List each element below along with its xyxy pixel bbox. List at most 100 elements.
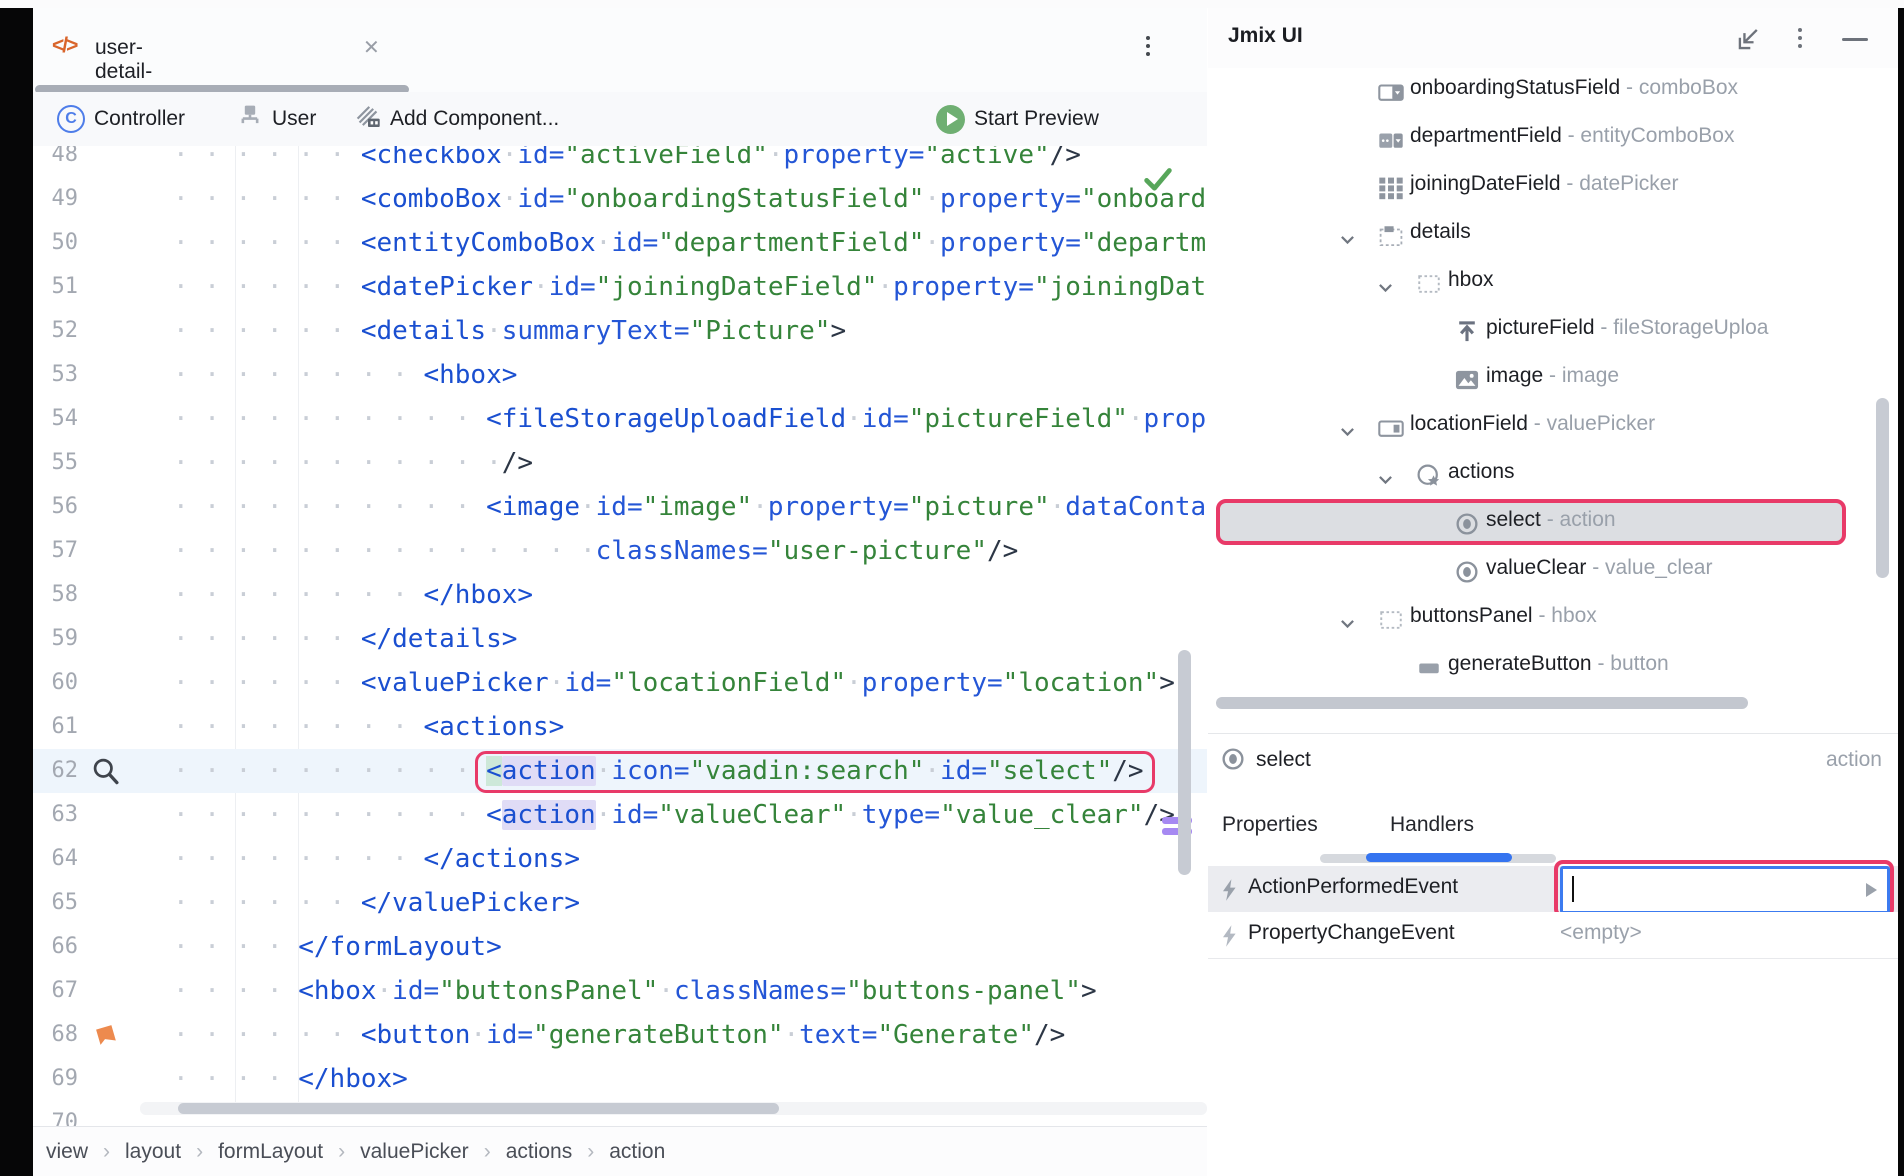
entity-user-button[interactable]: User — [237, 92, 316, 146]
code-text: · · · · · · <checkbox·id="activeField"·p… — [173, 146, 1081, 177]
code-line-65[interactable]: 65· · · · · · </valuePicker> — [33, 881, 1207, 925]
line-number: 48 — [33, 146, 78, 177]
code-line-51[interactable]: 51· · · · · · <datePicker·id="joiningDat… — [33, 265, 1207, 309]
line-number: 65 — [33, 881, 78, 925]
tab-handlers[interactable]: Handlers — [1390, 813, 1474, 837]
code-line-67[interactable]: 67· · · · <hbox·id="buttonsPanel"·classN… — [33, 969, 1207, 1013]
inspector-selected-type: action — [1826, 748, 1882, 772]
code-line-55[interactable]: 55· · · · · · · · · · ·/> — [33, 441, 1207, 485]
tree-item-onboardingStatusField[interactable]: onboardingStatusField - comboBox — [1208, 67, 1898, 113]
line-number: 67 — [33, 969, 78, 1013]
editor-horizontal-scrollbar[interactable] — [178, 1103, 779, 1114]
breadcrumb-separator-icon: › — [587, 1140, 594, 1164]
upload-icon — [1454, 319, 1480, 351]
inspector-header: select action — [1208, 740, 1898, 784]
breadcrumb-separator-icon: › — [484, 1140, 491, 1164]
editor-tab-bar: </> user-detail-view.xml ✕ — [33, 8, 1207, 93]
handler-event-name: PropertyChangeEvent — [1248, 921, 1455, 945]
details-icon — [1378, 223, 1404, 255]
breadcrumb-item-valuePicker[interactable]: valuePicker — [360, 1140, 469, 1164]
code-line-58[interactable]: 58· · · · · · · · </hbox> — [33, 573, 1207, 617]
code-line-59[interactable]: 59· · · · · · </details> — [33, 617, 1207, 661]
code-line-49[interactable]: 49· · · · · · <comboBox·id="onboardingSt… — [33, 177, 1207, 221]
breadcrumb-item-formLayout[interactable]: formLayout — [218, 1140, 323, 1164]
line-number: 66 — [33, 925, 78, 969]
handler-event-name: ActionPerformedEvent — [1248, 875, 1458, 899]
jmix-ui-panel: onboardingStatusField - comboBoxdepartme… — [1208, 68, 1898, 1176]
controller-button[interactable]: C Controller — [57, 92, 185, 146]
handler-row-property-change[interactable]: PropertyChangeEvent <empty> — [1208, 912, 1898, 958]
valuepicker-icon — [1378, 415, 1404, 447]
tab-close-icon[interactable]: ✕ — [363, 35, 380, 60]
tree-item-details[interactable]: details — [1208, 211, 1898, 257]
chevron-down-icon[interactable] — [1340, 227, 1355, 251]
handler-value-input[interactable] — [1560, 866, 1890, 914]
jmix-ui-panel-header: Jmix UI — [1208, 8, 1898, 69]
chevron-down-icon[interactable] — [1340, 611, 1355, 635]
code-line-48[interactable]: 48 · · · · · · <checkbox·id="activeField"… — [33, 146, 1207, 177]
code-line-53[interactable]: 53· · · · · · · · <hbox> — [33, 353, 1207, 397]
tree-item-buttonsPanel[interactable]: buttonsPanel - hbox — [1208, 595, 1898, 641]
handler-row-action-performed[interactable]: ActionPerformedEvent — [1208, 866, 1898, 912]
code-text: · · · · · · <details·summaryText="Pictur… — [173, 309, 846, 353]
start-preview-button[interactable]: Start Preview — [936, 92, 1099, 146]
code-line-69[interactable]: 69· · · · </hbox> — [33, 1057, 1207, 1101]
tree-item-image[interactable]: image - image — [1208, 355, 1898, 401]
panel-options-kebab-icon[interactable] — [1798, 24, 1802, 52]
handler-value-empty[interactable]: <empty> — [1560, 921, 1642, 945]
inspections-ok-check-icon[interactable] — [1141, 162, 1175, 196]
chevron-down-icon[interactable] — [1378, 275, 1393, 299]
line-number: 56 — [33, 485, 78, 529]
code-text: · · · · · · · · <actions> — [173, 705, 564, 749]
line-number: 58 — [33, 573, 78, 617]
code-editor[interactable]: 48 · · · · · · <checkbox·id="activeField"… — [33, 146, 1207, 1126]
code-line-57[interactable]: 57· · · · · · · · · · · · · ·classNames=… — [33, 529, 1207, 573]
entitycombobox-icon — [1378, 127, 1404, 159]
tree-item-select[interactable]: select - action — [1208, 499, 1898, 545]
breadcrumb-item-layout[interactable]: layout — [125, 1140, 181, 1164]
dock-window-icon[interactable] — [1736, 26, 1762, 57]
code-line-64[interactable]: 64· · · · · · · · </actions> — [33, 837, 1207, 881]
tree-item-valueClear[interactable]: valueClear - value_clear — [1208, 547, 1898, 593]
breadcrumb-item-view[interactable]: view — [46, 1140, 88, 1164]
tree-horizontal-scrollbar[interactable] — [1216, 697, 1748, 709]
code-line-50[interactable]: 50· · · · · · <entityComboBox·id="depart… — [33, 221, 1207, 265]
code-line-56[interactable]: 56 · · · · · · · · · · <image·id="image"·… — [33, 485, 1207, 529]
event-bolt-icon — [1218, 924, 1240, 954]
code-line-60[interactable]: 60· · · · · · <valuePicker·id="locationF… — [33, 661, 1207, 705]
tree-item-hbox[interactable]: hbox — [1208, 259, 1898, 305]
divider — [1208, 958, 1898, 959]
minimize-panel-icon[interactable] — [1842, 38, 1868, 41]
editor-vertical-scrollbar[interactable] — [1178, 650, 1191, 875]
add-component-button[interactable]: Add Component... — [355, 92, 559, 146]
code-line-62[interactable]: 62· · · · · · · · · · <action·icon="vaad… — [33, 749, 1207, 793]
tree-item-joiningDateField[interactable]: joiningDateField - datePicker — [1208, 163, 1898, 209]
tree-item-label: image - image — [1486, 364, 1619, 388]
tree-item-locationField[interactable]: locationField - valuePicker — [1208, 403, 1898, 449]
code-text: · · · · · · · · · · <image·id="image"·pr… — [173, 485, 1206, 529]
chevron-down-icon[interactable] — [1340, 419, 1355, 443]
code-line-54[interactable]: 54· · · · · · · · · · <fileStorageUpload… — [33, 397, 1207, 441]
actions-icon — [1416, 463, 1442, 495]
code-line-66[interactable]: 66· · · · </formLayout> — [33, 925, 1207, 969]
add-component-icon — [355, 103, 381, 135]
code-line-63[interactable]: 63· · · · · · · · · · <action·id="valueC… — [33, 793, 1207, 837]
desktop-edge-right — [1898, 8, 1904, 1176]
code-line-61[interactable]: 61· · · · · · · · <actions> — [33, 705, 1207, 749]
tree-item-pictureField[interactable]: pictureField - fileStorageUploa — [1208, 307, 1898, 353]
tab-properties[interactable]: Properties — [1222, 813, 1318, 837]
tree-item-actions[interactable]: actions — [1208, 451, 1898, 497]
tree-item-generateButton[interactable]: generateButton - button — [1208, 643, 1898, 689]
editor-options-kebab-icon[interactable] — [1146, 32, 1150, 60]
tree-vertical-scrollbar[interactable] — [1876, 398, 1889, 578]
breadcrumb-item-action[interactable]: action — [609, 1140, 665, 1164]
tree-item-departmentField[interactable]: departmentField - entityComboBox — [1208, 115, 1898, 161]
expand-arrow-icon[interactable] — [1866, 883, 1877, 897]
breadcrumb-item-actions[interactable]: actions — [506, 1140, 573, 1164]
code-line-52[interactable]: 52· · · · · · <details·summaryText="Pict… — [33, 309, 1207, 353]
desktop-edge-left — [0, 8, 33, 1176]
line-number: 54 — [33, 397, 78, 441]
chevron-down-icon[interactable] — [1378, 467, 1393, 491]
tree-item-label: buttonsPanel - hbox — [1410, 604, 1597, 628]
code-line-68[interactable]: 68· · · · · · <button·id="generateButton… — [33, 1013, 1207, 1057]
